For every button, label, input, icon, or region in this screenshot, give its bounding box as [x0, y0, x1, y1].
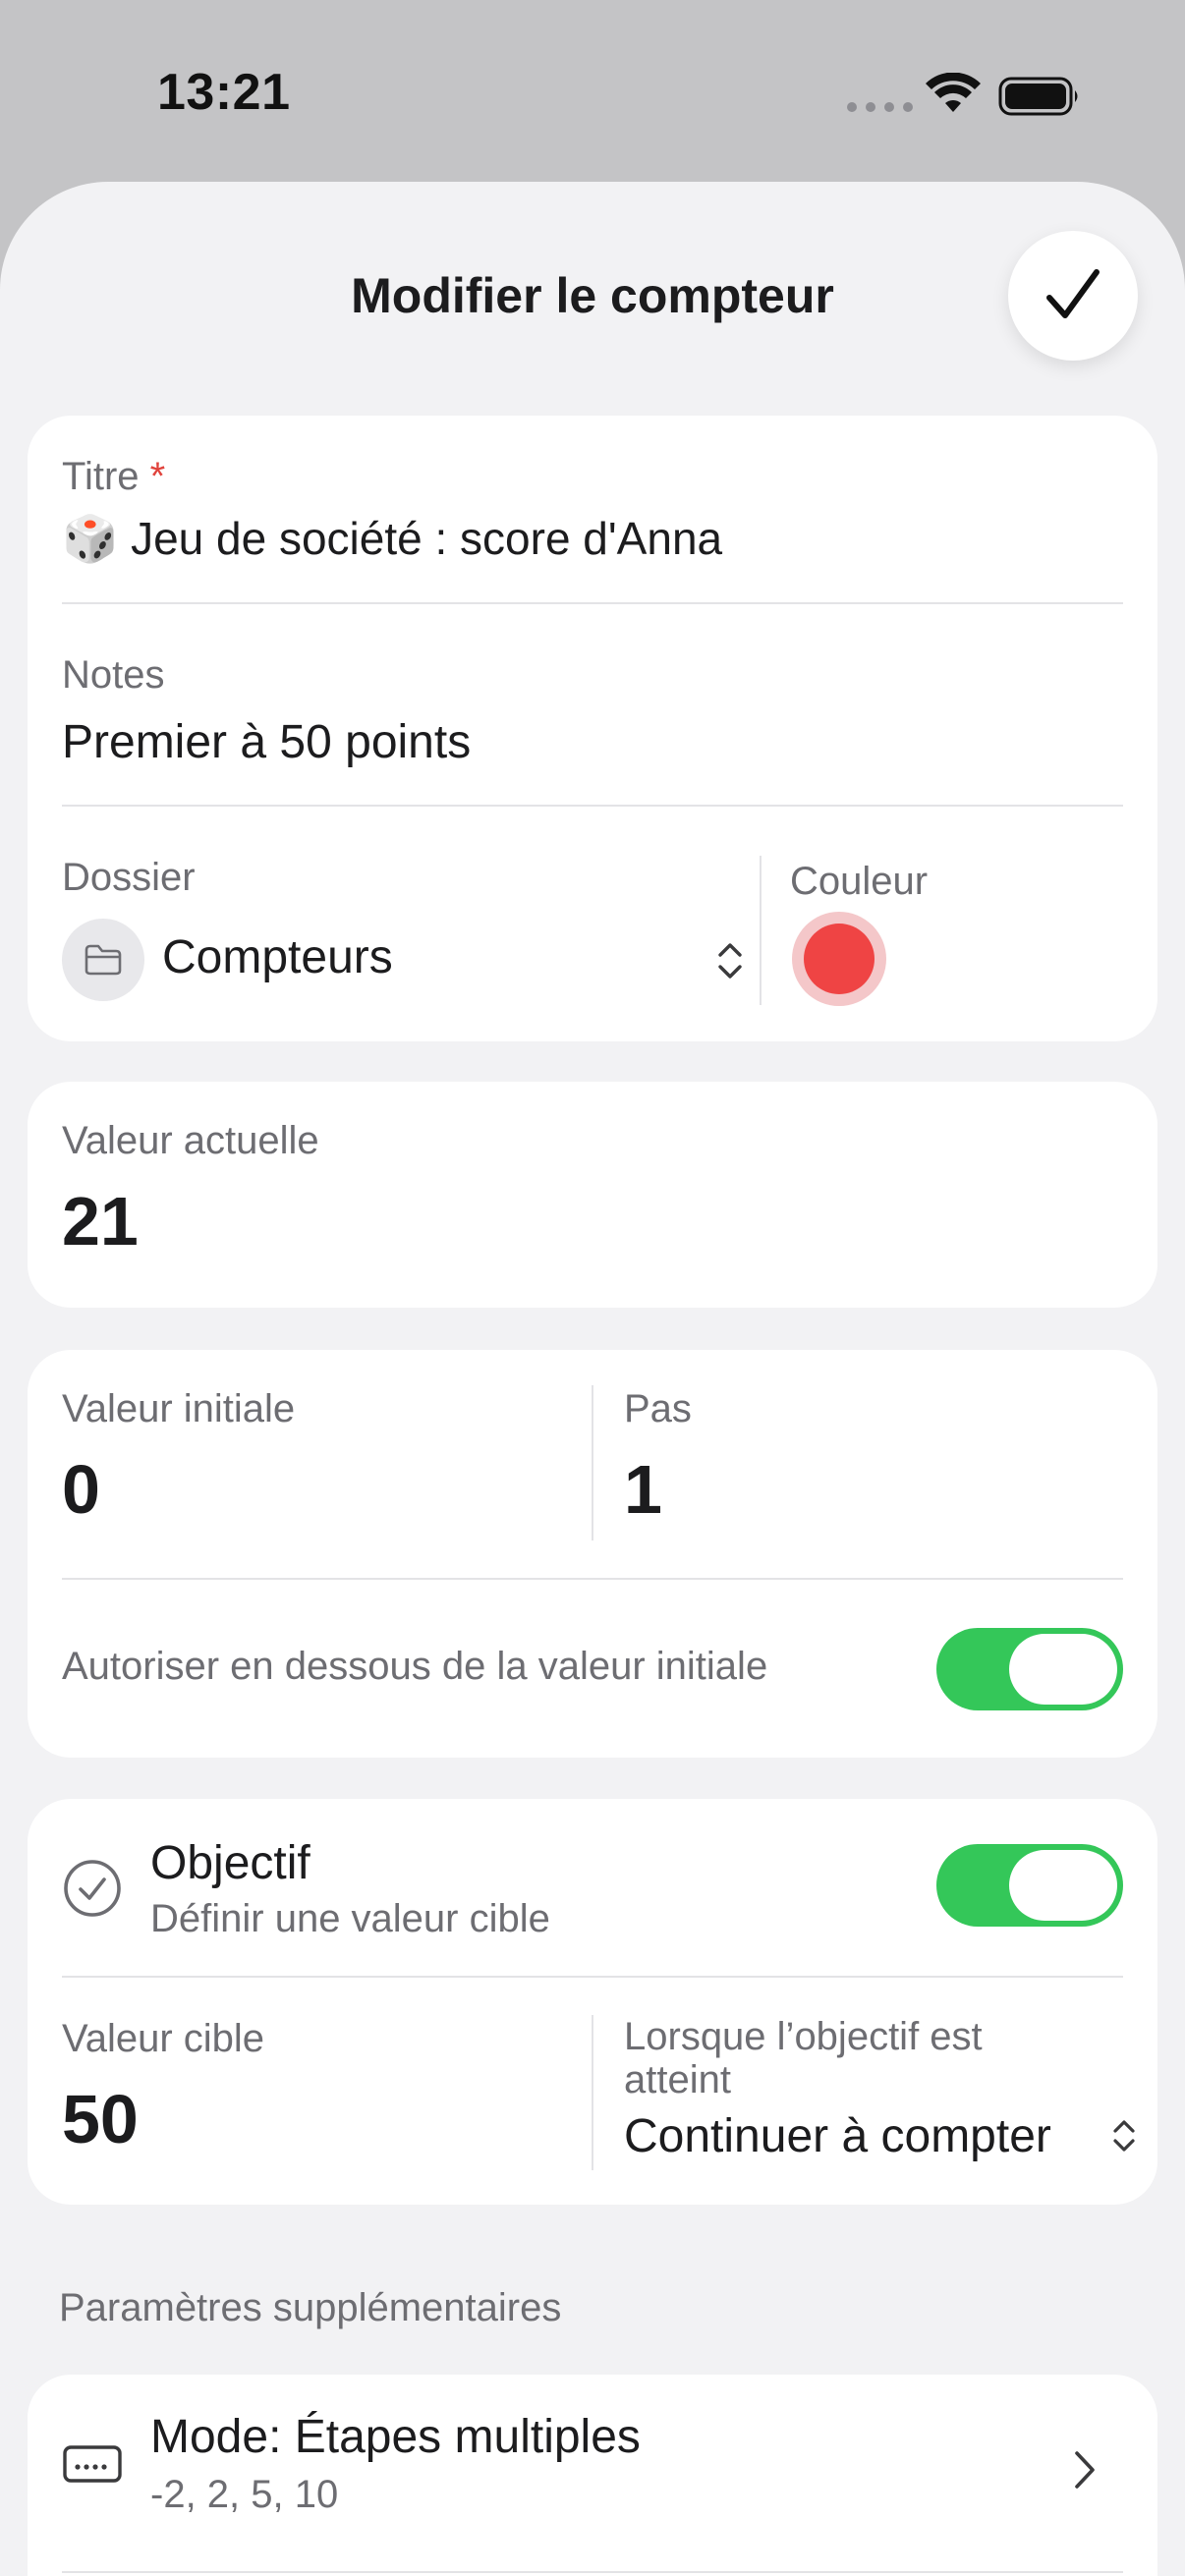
- mode-row[interactable]: Mode: Étapes multiples -2, 2, 5, 10: [28, 2375, 1157, 2576]
- current-value-label: Valeur actuelle: [62, 1119, 319, 1162]
- divider: [62, 1976, 1123, 1978]
- folder-picker[interactable]: Compteurs: [62, 919, 762, 1001]
- wifi-icon: [926, 73, 981, 112]
- status-bar: 13:21: [0, 0, 1185, 182]
- when-reached-label: Lorsque l’objectif est atteint: [624, 2015, 983, 2101]
- chevron-up-down-icon: [1113, 2120, 1135, 2152]
- folder-icon: [85, 944, 122, 976]
- current-value-card: Valeur actuelle 21: [28, 1082, 1157, 1308]
- step-label: Pas: [624, 1387, 692, 1430]
- initial-value-input[interactable]: 0: [62, 1450, 100, 1529]
- color-swatch[interactable]: [792, 912, 886, 1006]
- battery-icon: [998, 77, 1078, 116]
- extra-settings-header: Paramètres supplémentaires: [59, 2286, 562, 2329]
- when-reached-picker[interactable]: Continuer à compter: [624, 2101, 1145, 2170]
- edit-counter-sheet: Modifier le compteur Titre * 🎲 Jeu de so…: [0, 182, 1185, 2576]
- folder-label: Dossier: [62, 856, 196, 899]
- toggle-knob: [1009, 1850, 1117, 1921]
- signal-dots-icon: [847, 102, 913, 112]
- notes-label: Notes: [62, 653, 165, 697]
- done-button[interactable]: [1008, 231, 1138, 361]
- goal-title: Objectif: [150, 1837, 310, 1889]
- details-card: Titre * 🎲 Jeu de société : score d'Anna …: [28, 416, 1157, 1041]
- chevron-right-icon: [1075, 2451, 1095, 2489]
- dice-icon: 🎲: [62, 513, 119, 564]
- goal-toggle[interactable]: [936, 1844, 1123, 1927]
- target-value-label: Valeur cible: [62, 2017, 265, 2060]
- allow-below-toggle[interactable]: [936, 1628, 1123, 1710]
- divider: [592, 1385, 593, 1540]
- color-swatch-fill: [804, 924, 875, 994]
- step-input[interactable]: 1: [624, 1450, 662, 1529]
- target-value-input[interactable]: 50: [62, 2080, 139, 2158]
- divider: [592, 2015, 593, 2170]
- check-circle-icon: [64, 1860, 121, 1917]
- status-time: 13:21: [157, 64, 291, 121]
- folder-value: Compteurs: [162, 931, 393, 983]
- divider: [760, 856, 762, 1005]
- config-card: Valeur initiale 0 Pas 1 Autoriser en des…: [28, 1350, 1157, 1758]
- initial-value-label: Valeur initiale: [62, 1387, 296, 1430]
- toggle-knob: [1009, 1634, 1117, 1705]
- divider: [62, 805, 1123, 807]
- title-input[interactable]: 🎲 Jeu de société : score d'Anna: [62, 512, 722, 566]
- title-value: Jeu de société : score d'Anna: [131, 513, 723, 564]
- divider: [62, 1578, 1123, 1580]
- title-label-text: Titre: [62, 455, 140, 498]
- goal-subtitle: Définir une valeur cible: [150, 1897, 550, 1940]
- divider: [62, 2571, 1123, 2573]
- checkmark-icon: [1046, 269, 1100, 318]
- title-label: Titre *: [62, 455, 165, 499]
- when-reached-value: Continuer à compter: [624, 2110, 1051, 2162]
- sheet-header: Modifier le compteur: [0, 182, 1185, 378]
- color-label: Couleur: [790, 860, 929, 903]
- notes-input[interactable]: Premier à 50 points: [62, 715, 471, 769]
- goal-card: Objectif Définir une valeur cible Valeur…: [28, 1799, 1157, 2205]
- mode-subtitle: -2, 2, 5, 10: [150, 2473, 339, 2516]
- required-mark: *: [149, 455, 166, 498]
- current-value-input[interactable]: 21: [62, 1182, 139, 1260]
- mode-title: Mode: Étapes multiples: [150, 2411, 641, 2463]
- divider: [62, 602, 1123, 604]
- folder-icon-circle: [62, 919, 144, 1001]
- keyboard-icon: [63, 2445, 122, 2483]
- chevron-up-down-icon: [718, 943, 742, 979]
- allow-below-label: Autoriser en dessous de la valeur initia…: [62, 1645, 768, 1688]
